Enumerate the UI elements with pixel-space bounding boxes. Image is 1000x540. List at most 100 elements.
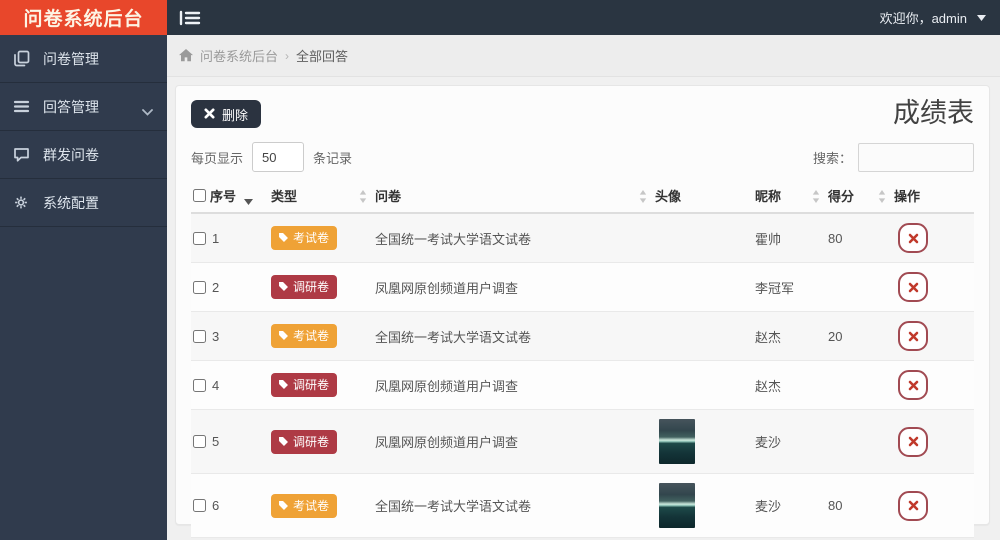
- breadcrumb-current: 全部回答: [296, 49, 349, 64]
- tag-icon: [278, 500, 289, 511]
- type-badge: 调研卷: [271, 275, 338, 299]
- score: 80: [826, 473, 892, 538]
- survey-name: 全国统一考试大学语文试卷: [373, 213, 653, 263]
- table-row: 6 考试卷 全国统一考试大学语文试卷 麦沙 80: [191, 473, 974, 538]
- sidebar-item-label: 群发问卷: [43, 146, 99, 163]
- x-icon: [908, 233, 919, 244]
- column-header-6[interactable]: 得分: [826, 182, 892, 214]
- column-header-4: 头像: [653, 182, 753, 214]
- page-title: 成绩表: [893, 98, 974, 128]
- table-row: 1 考试卷 全国统一考试大学语文试卷 霍帅 80: [191, 213, 974, 263]
- row-delete-button[interactable]: [898, 490, 928, 521]
- survey-name: 全国统一考试大学语文试卷: [373, 311, 653, 361]
- row-delete-button[interactable]: [898, 272, 928, 302]
- column-header-7: 操作: [892, 182, 974, 214]
- row-delete-button[interactable]: [898, 321, 928, 351]
- row-checkbox[interactable]: [193, 378, 206, 392]
- sidebar: 问卷管理回答管理群发问卷系统配置: [0, 35, 167, 540]
- results-table: 序号 类型 问卷 头像 昵称 得分 操作 1 考试卷 全国统一考试大学语文试卷 霍帅 80 2 调研卷凤…: [191, 182, 974, 538]
- breadcrumb: 问卷系统后台 › 全部回答: [167, 35, 1000, 77]
- nickname: 赵杰: [753, 311, 826, 361]
- gears-icon: [13, 194, 30, 211]
- search-label: 搜索：: [812, 150, 852, 166]
- column-header-2[interactable]: 类型: [269, 182, 373, 214]
- select-all-checkbox[interactable]: [193, 189, 206, 202]
- table-row: 4 调研卷 凤凰网原创频道用户调查 赵杰: [191, 360, 974, 410]
- x-icon: [908, 436, 919, 447]
- sort-icon[interactable]: [878, 189, 886, 203]
- user-menu[interactable]: 欢迎你，admin: [880, 8, 986, 27]
- nickname: 赵杰: [753, 360, 826, 410]
- column-header-3[interactable]: 问卷: [373, 182, 653, 214]
- sidebar-item-2[interactable]: 回答管理: [0, 83, 167, 131]
- column-label: 操作: [894, 189, 921, 204]
- type-badge: 考试卷: [271, 226, 338, 250]
- sort-icon[interactable]: [812, 189, 820, 203]
- main-area: 问卷系统后台 › 全部回答 删除 成绩表 每页显示 50 条记录 搜索： 序号 …: [167, 35, 1000, 540]
- card-header: 删除 成绩表: [191, 86, 974, 128]
- sidebar-toggle-icon[interactable]: [179, 9, 201, 27]
- sort-icon[interactable]: [359, 189, 367, 203]
- sidebar-item-label: 问卷管理: [43, 50, 99, 67]
- sidebar-item-1[interactable]: 问卷管理: [0, 35, 167, 83]
- row-delete-button[interactable]: [898, 370, 928, 400]
- nickname: 麦沙: [753, 409, 826, 474]
- topbar-main: 欢迎你，admin: [167, 0, 1000, 35]
- x-icon: [908, 282, 919, 293]
- row-checkbox[interactable]: [193, 435, 206, 448]
- tag-icon: [278, 379, 289, 390]
- column-header-5[interactable]: 昵称: [753, 182, 826, 214]
- table-row: 5 调研卷 凤凰网原创频道用户调查 麦沙: [191, 409, 974, 474]
- breadcrumb-home-link[interactable]: 问卷系统后台: [200, 46, 278, 65]
- row-number: 1: [212, 230, 220, 246]
- x-icon: [908, 500, 919, 511]
- per-page-prefix-label: 每页显示: [191, 150, 244, 166]
- tag-icon: [278, 281, 289, 292]
- x-icon: [908, 380, 919, 391]
- app-window: 问卷系统后台 欢迎你，admin 问卷管理 回答管理 群发问卷 系统配置 问卷系…: [0, 0, 1000, 540]
- sidebar-item-4[interactable]: 系统配置: [0, 179, 167, 227]
- score: 80: [826, 213, 892, 263]
- breadcrumb-separator: ›: [285, 48, 290, 63]
- row-checkbox[interactable]: [193, 499, 206, 512]
- column-label: 头像: [655, 189, 682, 204]
- table-body: 1 考试卷 全国统一考试大学语文试卷 霍帅 80 2 调研卷 凤凰网原创频道用户调查 李冠军 3 考…: [191, 213, 974, 538]
- sidebar-item-3[interactable]: 群发问卷: [0, 131, 167, 179]
- row-delete-button[interactable]: [898, 223, 928, 253]
- score: 20: [826, 311, 892, 361]
- app-logo[interactable]: 问卷系统后台: [0, 0, 167, 35]
- list-icon: [13, 98, 30, 115]
- search-input[interactable]: [858, 142, 974, 172]
- type-badge: 调研卷: [271, 429, 338, 454]
- row-number: 5: [212, 434, 220, 449]
- avatar: [659, 419, 695, 464]
- x-icon: [204, 107, 215, 122]
- sort-caret-icon[interactable]: [244, 193, 253, 205]
- row-checkbox[interactable]: [193, 280, 206, 294]
- topbar: 问卷系统后台 欢迎你，admin: [0, 0, 1000, 35]
- table-header-row: 序号 类型 问卷 头像 昵称 得分 操作: [191, 182, 974, 214]
- content-area: 删除 成绩表 每页显示 50 条记录 搜索： 序号 类型 问卷 头像 昵称 得分…: [167, 77, 1000, 540]
- survey-name: 凤凰网原创频道用户调查: [373, 409, 653, 474]
- x-icon: [908, 331, 919, 342]
- column-header-1[interactable]: 序号: [191, 182, 269, 214]
- column-label: 得分: [828, 189, 855, 204]
- row-checkbox[interactable]: [193, 231, 206, 245]
- chevron-down-icon: [977, 14, 986, 21]
- avatar: [659, 483, 695, 528]
- type-badge-label: 考试卷: [293, 329, 330, 343]
- nickname: 麦沙: [753, 473, 826, 538]
- tag-icon: [278, 232, 289, 243]
- column-label: 序号: [210, 189, 237, 204]
- column-label: 类型: [271, 189, 298, 204]
- score: [826, 262, 892, 312]
- per-page-select[interactable]: 50: [252, 142, 305, 172]
- delete-button[interactable]: 删除: [191, 100, 262, 128]
- row-delete-button[interactable]: [898, 426, 928, 457]
- survey-name: 凤凰网原创频道用户调查: [373, 262, 653, 312]
- type-badge-label: 考试卷: [293, 231, 330, 245]
- type-badge-label: 考试卷: [293, 498, 330, 513]
- row-checkbox[interactable]: [193, 329, 206, 343]
- sort-icon[interactable]: [639, 189, 647, 203]
- type-badge-label: 调研卷: [293, 378, 330, 392]
